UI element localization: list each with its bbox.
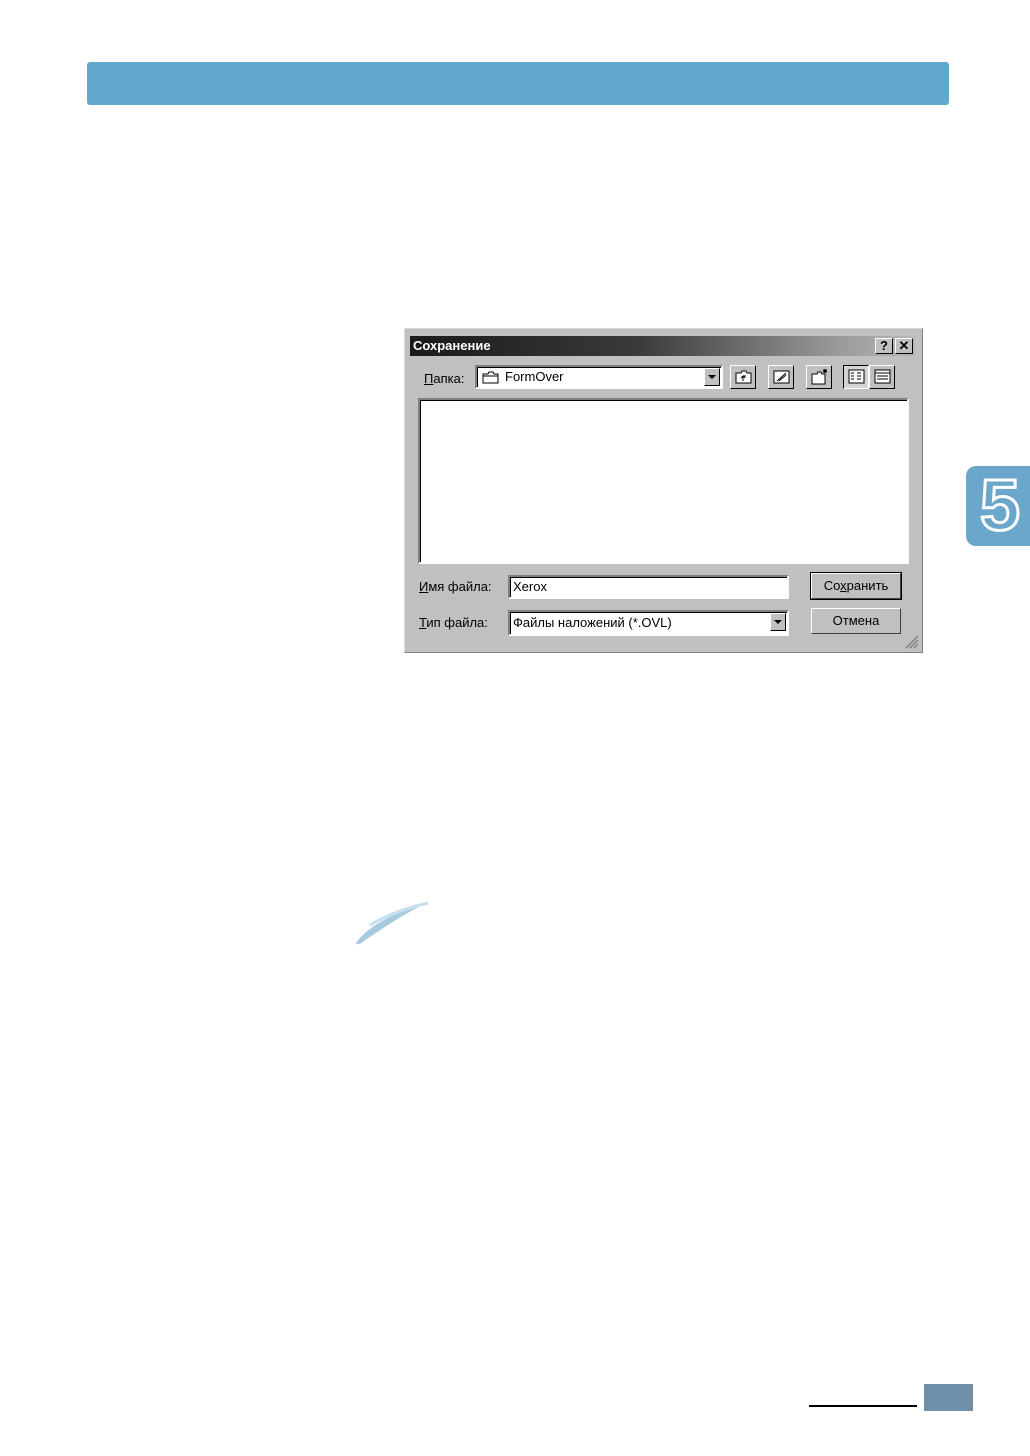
details-view-icon	[874, 369, 891, 384]
chapter-tab: 5	[966, 466, 1030, 546]
filetype-label: Тип файла:	[419, 615, 488, 630]
details-view-button[interactable]	[869, 365, 895, 389]
folder-icon	[482, 371, 499, 384]
chapter-number: 5	[979, 466, 1022, 546]
save-button[interactable]: Сохранить	[810, 572, 902, 600]
list-view-icon	[848, 369, 865, 384]
filetype-value: Файлы наложений (*.OVL)	[513, 615, 672, 630]
list-view-button[interactable]	[843, 365, 869, 389]
dialog-titlebar[interactable]: Сохранение ? ✕	[410, 336, 915, 356]
filetype-dropdown-arrow[interactable]	[770, 613, 786, 631]
resize-grip-icon[interactable]	[905, 635, 919, 649]
desktop-icon	[773, 370, 790, 384]
up-folder-icon	[735, 370, 752, 384]
filename-input[interactable]: Xerox	[508, 575, 789, 599]
folder-label: Папка:	[424, 371, 465, 386]
dialog-title: Сохранение	[413, 338, 491, 353]
folder-value: FormOver	[505, 369, 564, 384]
cancel-button[interactable]: Отмена	[811, 608, 901, 634]
filetype-select[interactable]: Файлы наложений (*.OVL)	[508, 610, 789, 636]
pen-stroke-icon	[356, 901, 430, 945]
close-button[interactable]: ✕	[895, 338, 913, 354]
filename-value: Xerox	[513, 579, 547, 594]
help-button[interactable]: ?	[875, 338, 893, 354]
footer-rule	[809, 1405, 917, 1407]
save-dialog: Сохранение ? ✕ Папка: FormOver Имя файла…	[404, 328, 923, 653]
new-folder-button[interactable]	[806, 365, 832, 389]
folder-select[interactable]: FormOver	[475, 365, 723, 389]
filename-label: Имя файла:	[419, 579, 492, 594]
new-folder-icon	[811, 369, 827, 385]
file-list[interactable]	[418, 398, 909, 564]
footer-page-box	[924, 1384, 973, 1411]
up-folder-button[interactable]	[730, 365, 756, 389]
desktop-button[interactable]	[768, 365, 794, 389]
folder-dropdown-arrow[interactable]	[704, 368, 720, 386]
header-bar	[87, 62, 949, 105]
